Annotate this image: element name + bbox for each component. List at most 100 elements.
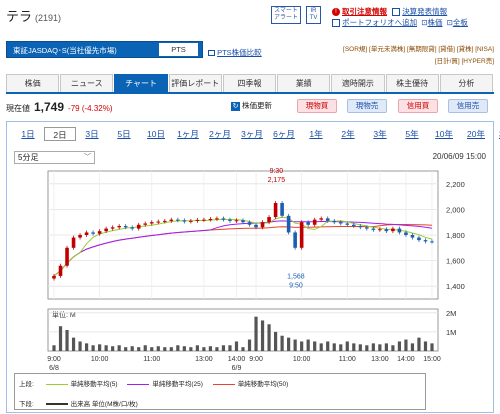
low-time-label: 9:50 <box>289 283 303 290</box>
refresh-button[interactable]: ↻ 株価更新 <box>231 100 272 111</box>
candle-body <box>378 229 382 231</box>
legend-upper-label: 上段: <box>19 381 34 388</box>
volume-bar <box>156 346 160 351</box>
portfolio-link[interactable]: ポートフォリオへ追加 <box>342 18 417 27</box>
volume-bar <box>358 344 362 351</box>
candle-body <box>267 217 271 223</box>
interval-select[interactable]: 5分足 ﹀ <box>14 151 95 164</box>
alert-icon: ! <box>332 8 340 17</box>
period-10y[interactable]: 10年 <box>428 127 460 141</box>
period-20y[interactable]: 20年 <box>460 127 492 141</box>
period-2m[interactable]: 2ヶ月 <box>204 127 236 141</box>
attention-link[interactable]: 取引注意情報 <box>342 7 387 16</box>
volume-bar <box>430 343 434 351</box>
stock-code: (2191) <box>35 13 62 23</box>
volume-bar <box>150 347 154 351</box>
volume-bar <box>241 347 245 351</box>
volume-bar <box>124 347 128 351</box>
volume-bar <box>195 345 199 351</box>
stock-price-link[interactable]: 株価 <box>427 18 442 27</box>
candle-body <box>52 275 56 279</box>
volume-tick-label: 2M <box>446 309 456 318</box>
volume-unit-label: 単位: M <box>52 310 76 319</box>
volume-bar <box>202 347 206 351</box>
pts-compare[interactable]: PTS株価比較 <box>208 47 262 58</box>
volume-bar <box>221 345 226 351</box>
candle-body <box>234 220 239 222</box>
period-3m[interactable]: 3ヶ月 <box>236 127 268 141</box>
volume-bar <box>319 343 323 351</box>
volume-bar <box>189 347 193 351</box>
ma5-swatch <box>45 383 68 385</box>
tab-chart[interactable]: チャート <box>114 74 168 92</box>
pts-button[interactable]: PTS <box>159 43 198 56</box>
period-6m[interactable]: 6ヶ月 <box>268 127 300 141</box>
tab-shikiho[interactable]: 四季報 <box>222 74 277 92</box>
candle-body <box>189 220 193 222</box>
candle-body <box>325 218 330 221</box>
price-tick-label: 1,600 <box>446 257 465 266</box>
candle-body <box>358 226 363 228</box>
period-1d[interactable]: 1日 <box>12 127 44 141</box>
period-5y[interactable]: 5年 <box>396 127 428 141</box>
candle-body <box>391 228 395 232</box>
period-5d[interactable]: 5日 <box>108 127 140 141</box>
volume-bar <box>98 344 102 351</box>
current-price: 1,749 <box>34 100 65 114</box>
period-3d[interactable]: 3日 <box>76 127 108 141</box>
candle-body <box>423 240 428 242</box>
price-tick-label: 1,400 <box>446 282 465 291</box>
smart-alert-button[interactable]: スマート アラート <box>271 6 301 24</box>
tab-news[interactable]: ニュース <box>60 74 114 92</box>
candle-body <box>202 219 206 221</box>
margin-sell-button[interactable]: 信用売 <box>448 99 488 113</box>
tab-earnings[interactable]: 業績 <box>277 74 331 92</box>
candle-body <box>58 265 63 276</box>
price-row: 現在値 1,749 -79 (-4.32%) <box>6 100 113 114</box>
period-2d[interactable]: 2日 <box>44 127 76 141</box>
candle-body <box>110 227 115 229</box>
volume-bar <box>391 345 395 351</box>
period-1y[interactable]: 1年 <box>300 127 332 141</box>
candle-body <box>176 219 180 221</box>
period-10d[interactable]: 10日 <box>140 127 172 141</box>
volume-bar <box>58 326 63 351</box>
time-tick-label: 13:00 <box>371 356 389 363</box>
tab-disclosure[interactable]: 適時開示 <box>331 74 385 92</box>
legend-lower-label: 下段: <box>19 401 34 408</box>
candle-body <box>254 224 258 228</box>
ir-tv-button[interactable]: IR TV <box>306 6 321 24</box>
tab-analysis[interactable]: 分析 <box>439 74 493 92</box>
tab-report[interactable]: 評価レポート <box>168 74 222 92</box>
margin-buy-button[interactable]: 信用買 <box>398 99 438 113</box>
volume-bar <box>378 344 382 351</box>
portfolio-icon <box>332 19 340 28</box>
time-tick-label: 15:00 <box>423 356 441 363</box>
volume-bar <box>293 339 297 351</box>
trade-tags-1: [SOR規] [単元未満株] [無期限貸] [貸借] [貸株] [NISA] <box>343 46 494 53</box>
candle-body <box>162 220 167 222</box>
volume-bar <box>267 324 271 351</box>
volume-bar <box>273 331 278 351</box>
period-2y[interactable]: 2年 <box>332 127 364 141</box>
cash-buy-button[interactable]: 現物買 <box>297 99 337 113</box>
candle-body <box>351 224 356 227</box>
candle-body <box>97 231 102 234</box>
period-30y[interactable]: 30年 <box>492 127 500 141</box>
price-chart[interactable]: 2,200 2,000 1,800 1,600 1,400 9:30 2,175 1,568 9… <box>6 167 494 373</box>
candle-body <box>208 219 213 220</box>
volume-bar <box>287 337 291 351</box>
tab-price[interactable]: 株価 <box>6 74 60 92</box>
period-selector: 1日 2日 3日 5日 10日 1ヶ月 2ヶ月 3ヶ月 6ヶ月 1年 2年 3年… <box>12 127 500 141</box>
pts-compare-link[interactable]: PTS株価比較 <box>217 48 262 57</box>
volume-bar <box>104 345 108 351</box>
period-3y[interactable]: 3年 <box>364 127 396 141</box>
cash-sell-button[interactable]: 現物売 <box>347 99 387 113</box>
all-board-link[interactable]: 全板 <box>453 18 468 27</box>
candle-body <box>280 203 284 216</box>
period-1m[interactable]: 1ヶ月 <box>172 127 204 141</box>
candle-body <box>260 222 265 228</box>
settlement-link[interactable]: 決算発表情報 <box>402 7 447 16</box>
tab-benefits[interactable]: 株主優待 <box>385 74 439 92</box>
refresh-label: 株価更新 <box>242 101 272 110</box>
